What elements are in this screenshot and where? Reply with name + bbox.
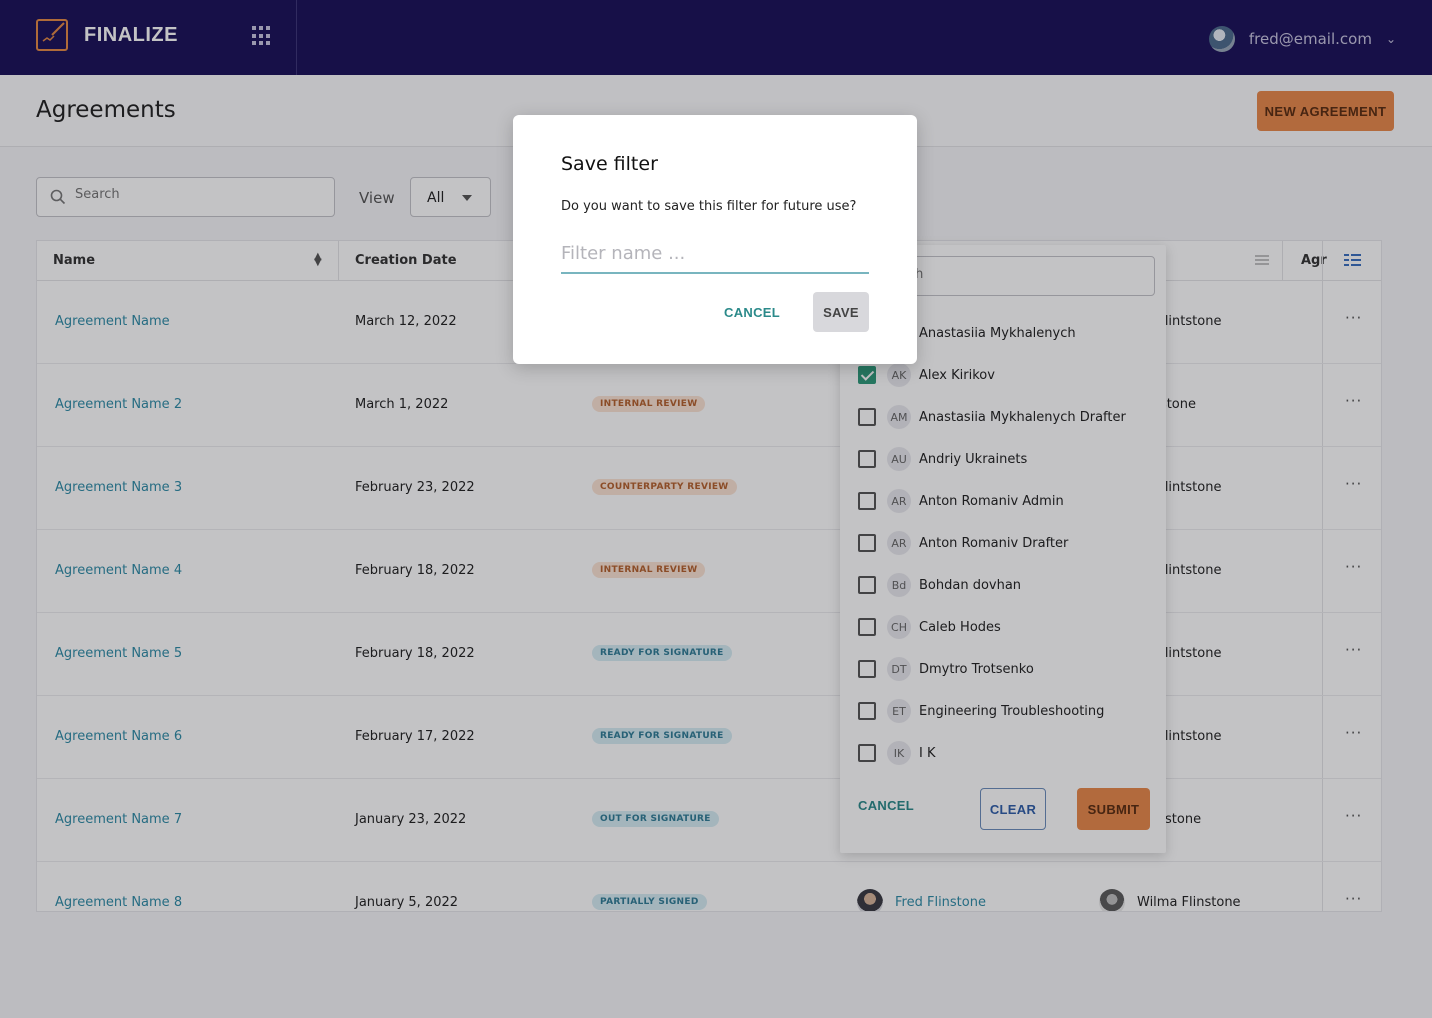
save-filter-dialog: Save filter Do you want to save this fil… <box>513 115 917 364</box>
dialog-cancel-button[interactable]: CANCEL <box>721 292 783 332</box>
filter-name-input[interactable] <box>561 234 869 274</box>
dialog-title: Save filter <box>561 153 658 175</box>
dialog-message: Do you want to save this filter for futu… <box>561 199 857 214</box>
dialog-save-button[interactable]: SAVE <box>813 292 869 332</box>
